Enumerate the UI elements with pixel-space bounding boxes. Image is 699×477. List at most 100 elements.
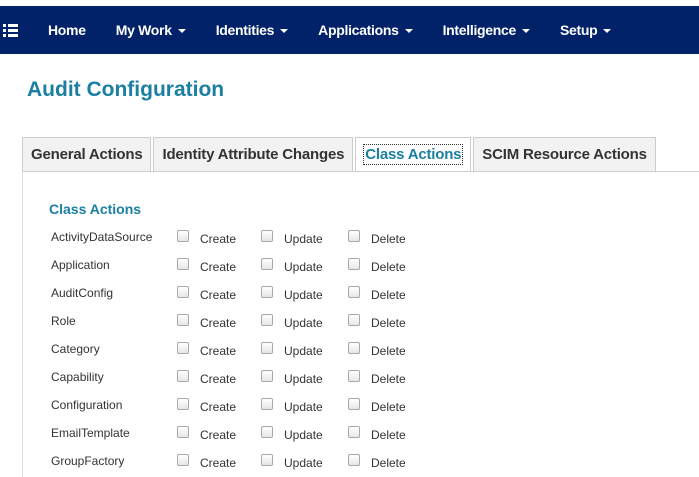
- update-label: Update: [284, 260, 323, 274]
- update-checkbox[interactable]: [261, 258, 273, 270]
- delete-option: Delete: [348, 342, 406, 358]
- delete-checkbox[interactable]: [348, 426, 360, 438]
- tab-identity-attribute-changes[interactable]: Identity Attribute Changes: [153, 137, 354, 172]
- nav-item-setup[interactable]: Setup: [560, 22, 612, 38]
- delete-label: Delete: [371, 400, 406, 414]
- delete-checkbox[interactable]: [348, 454, 360, 466]
- delete-label: Delete: [371, 232, 406, 246]
- create-label: Create: [200, 400, 237, 414]
- create-checkbox[interactable]: [177, 342, 189, 354]
- update-option: Update: [261, 426, 348, 442]
- create-label: Create: [200, 232, 237, 246]
- update-checkbox[interactable]: [261, 454, 273, 466]
- create-label: Create: [200, 372, 237, 386]
- delete-label: Delete: [371, 316, 406, 330]
- create-label: Create: [200, 428, 237, 442]
- class-row-emailtemplate: EmailTemplate Create Update Delete: [51, 420, 406, 448]
- create-checkbox[interactable]: [177, 398, 189, 410]
- update-checkbox[interactable]: [261, 286, 273, 298]
- delete-checkbox[interactable]: [348, 370, 360, 382]
- tab-label: Class Actions: [363, 144, 464, 165]
- update-option: Update: [261, 398, 348, 414]
- update-checkbox[interactable]: [261, 426, 273, 438]
- tab-divider: [22, 171, 699, 172]
- delete-option: Delete: [348, 398, 406, 414]
- update-label: Update: [284, 316, 323, 330]
- delete-checkbox[interactable]: [348, 230, 360, 242]
- create-label: Create: [200, 316, 237, 330]
- nav-item-label: Identities: [215, 22, 275, 38]
- hamburger-list-icon[interactable]: [0, 6, 22, 54]
- class-label: AuditConfig: [51, 286, 114, 300]
- delete-label: Delete: [371, 344, 406, 358]
- delete-label: Delete: [371, 288, 406, 302]
- create-checkbox[interactable]: [177, 370, 189, 382]
- delete-checkbox[interactable]: [348, 286, 360, 298]
- create-checkbox[interactable]: [177, 314, 189, 326]
- nav-menu: Home My Work Identities Applications Intelli…: [48, 22, 641, 38]
- tab-class-actions[interactable]: Class Actions: [355, 137, 472, 172]
- class-row-capability: Capability Create Update Delete: [51, 364, 406, 392]
- delete-option: Delete: [348, 258, 406, 274]
- update-label: Update: [284, 288, 323, 302]
- nav-item-my-work[interactable]: My Work: [116, 22, 186, 38]
- nav-item-identities[interactable]: Identities: [215, 22, 289, 38]
- delete-checkbox[interactable]: [348, 342, 360, 354]
- create-checkbox[interactable]: [177, 454, 189, 466]
- create-label: Create: [200, 288, 237, 302]
- class-row-configuration: Configuration Create Update Delete: [51, 392, 406, 420]
- tab-bar: General Actions Identity Attribute Change…: [22, 137, 658, 172]
- update-option: Update: [261, 314, 348, 330]
- update-checkbox[interactable]: [261, 230, 273, 242]
- update-checkbox[interactable]: [261, 342, 273, 354]
- update-label: Update: [284, 400, 323, 414]
- create-label: Create: [200, 260, 237, 274]
- class-label: Role: [51, 314, 76, 328]
- delete-option: Delete: [348, 370, 406, 386]
- create-checkbox[interactable]: [177, 230, 189, 242]
- update-option: Update: [261, 342, 348, 358]
- caret-down-icon: [522, 29, 531, 33]
- create-checkbox[interactable]: [177, 258, 189, 270]
- nav-item-home[interactable]: Home: [48, 22, 86, 38]
- delete-checkbox[interactable]: [348, 398, 360, 410]
- delete-option: Delete: [348, 286, 406, 302]
- create-label: Create: [200, 344, 237, 358]
- tab-general-actions[interactable]: General Actions: [22, 137, 152, 172]
- create-option: Create: [177, 398, 261, 414]
- panel-border: [22, 171, 23, 477]
- class-label: Application: [51, 258, 110, 272]
- nav-item-label: My Work: [115, 22, 172, 38]
- delete-option: Delete: [348, 230, 406, 246]
- tab-scim-resource-actions[interactable]: SCIM Resource Actions: [473, 137, 656, 172]
- update-label: Update: [284, 372, 323, 386]
- delete-label: Delete: [371, 260, 406, 274]
- class-row-auditconfig: AuditConfig Create Update Delete: [51, 280, 406, 308]
- tab-label: Identity Attribute Changes: [162, 146, 345, 163]
- update-option: Update: [261, 370, 348, 386]
- update-checkbox[interactable]: [261, 398, 273, 410]
- create-checkbox[interactable]: [177, 286, 189, 298]
- nav-item-applications[interactable]: Applications: [318, 22, 413, 38]
- tab-label: General Actions: [31, 146, 143, 163]
- update-checkbox[interactable]: [261, 314, 273, 326]
- class-row-category: Category Create Update Delete: [51, 336, 406, 364]
- delete-checkbox[interactable]: [348, 258, 360, 270]
- class-actions-list: ActivityDataSource Create Update Delete Appl…: [51, 224, 406, 476]
- delete-checkbox[interactable]: [348, 314, 360, 326]
- class-row-application: Application Create Update Delete: [51, 252, 406, 280]
- create-option: Create: [177, 258, 261, 274]
- create-checkbox[interactable]: [177, 426, 189, 438]
- update-option: Update: [261, 258, 348, 274]
- update-checkbox[interactable]: [261, 370, 273, 382]
- create-option: Create: [177, 314, 261, 330]
- nav-item-intelligence[interactable]: Intelligence: [443, 22, 531, 38]
- nav-item-label: Home: [48, 22, 86, 38]
- class-label: Capability: [51, 370, 104, 384]
- create-option: Create: [177, 342, 261, 358]
- update-label: Update: [284, 456, 323, 470]
- class-label: Configuration: [51, 398, 123, 412]
- update-label: Update: [284, 344, 323, 358]
- update-option: Update: [261, 230, 348, 246]
- update-label: Update: [284, 428, 323, 442]
